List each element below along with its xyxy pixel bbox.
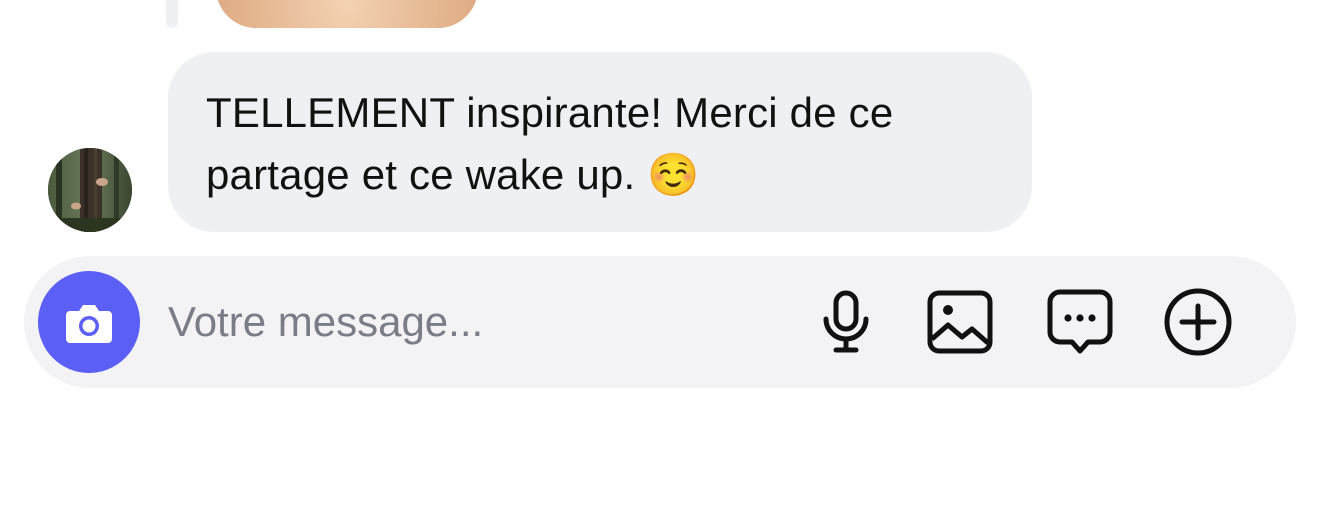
avatar-image bbox=[48, 148, 132, 232]
voice-message-button[interactable] bbox=[810, 286, 882, 358]
sender-avatar[interactable] bbox=[48, 148, 132, 232]
microphone-icon bbox=[823, 290, 869, 353]
message-bubble[interactable]: TELLEMENT inspirante! Merci de ce partag… bbox=[168, 52, 1032, 232]
camera-button[interactable] bbox=[38, 271, 140, 373]
more-options-button[interactable] bbox=[1044, 286, 1116, 358]
plus-circle-icon bbox=[1164, 288, 1232, 356]
gallery-button[interactable] bbox=[924, 286, 996, 358]
previous-message-image[interactable] bbox=[216, 0, 478, 28]
chat-view: TELLEMENT inspirante! Merci de ce partag… bbox=[0, 0, 1320, 514]
message-text: TELLEMENT inspirante! Merci de ce partag… bbox=[206, 89, 894, 198]
chat-bubble-dots-icon bbox=[1047, 289, 1113, 354]
thread-indicator bbox=[166, 0, 178, 28]
message-input[interactable] bbox=[168, 292, 788, 352]
message-composer bbox=[24, 256, 1296, 388]
add-attachment-button[interactable] bbox=[1162, 286, 1234, 358]
image-icon bbox=[927, 290, 993, 354]
camera-icon bbox=[66, 305, 112, 343]
